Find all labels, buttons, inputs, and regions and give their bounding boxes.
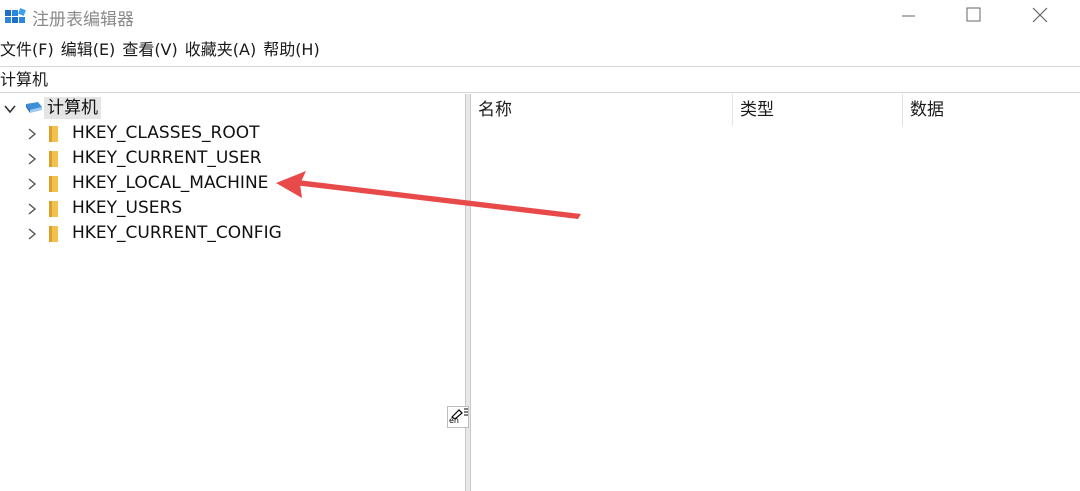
close-button[interactable]: [1006, 0, 1072, 32]
maximize-icon: [966, 7, 981, 22]
menu-view[interactable]: 查看(V): [122, 37, 184, 63]
menu-favorites[interactable]: 收藏夹(A): [185, 37, 263, 63]
tree-item-hkey-current-user[interactable]: HKEY_CURRENT_USER: [0, 146, 460, 171]
folder-icon: [49, 201, 58, 217]
close-icon: [1032, 7, 1048, 23]
menu-edit[interactable]: 编辑(E): [61, 37, 123, 63]
tree-root-label: 计算机: [44, 97, 101, 119]
tree-item-computer[interactable]: 计算机: [0, 96, 460, 121]
minimize-button[interactable]: [877, 0, 943, 32]
tree-item-label: HKEY_CURRENT_USER: [72, 148, 262, 168]
chevron-down-icon[interactable]: [3, 102, 17, 116]
menu-file[interactable]: 文件(F): [0, 37, 61, 63]
tree-item-hkey-local-machine[interactable]: HKEY_LOCAL_MACHINE: [0, 171, 460, 196]
column-header-type[interactable]: 类型: [733, 94, 903, 126]
tree-pane: 计算机 HKEY_CLASSES_ROOT HKEY_CURRENT_USER …: [0, 94, 465, 491]
chevron-right-icon[interactable]: [25, 127, 39, 141]
tree-item-hkey-users[interactable]: HKEY_USERS: [0, 196, 460, 221]
minimize-icon: [902, 15, 915, 17]
tree-item-hkey-classes-root[interactable]: HKEY_CLASSES_ROOT: [0, 121, 460, 146]
menu-bar: 文件(F) 编辑(E) 查看(V) 收藏夹(A) 帮助(H): [0, 37, 327, 63]
column-header-data[interactable]: 数据: [903, 94, 1080, 126]
ime-indicator: en: [447, 406, 469, 428]
window-title: 注册表编辑器: [32, 10, 134, 30]
registry-editor-icon: [5, 8, 26, 23]
folder-icon: [49, 226, 58, 242]
chevron-right-icon[interactable]: [25, 202, 39, 216]
menu-help[interactable]: 帮助(H): [263, 37, 327, 63]
computer-icon: [26, 102, 42, 113]
title-bar: 注册表编辑器: [0, 0, 1080, 32]
tree-item-label: HKEY_CLASSES_ROOT: [72, 123, 260, 143]
tree-item-label: HKEY_USERS: [72, 198, 183, 218]
maximize-button[interactable]: [940, 0, 1006, 32]
tree-item-label: HKEY_LOCAL_MACHINE: [72, 173, 269, 193]
chevron-right-icon[interactable]: [25, 227, 39, 241]
folder-icon: [49, 176, 58, 192]
ime-language-label: en: [449, 416, 459, 425]
address-bar[interactable]: 计算机: [0, 66, 1080, 93]
folder-icon: [49, 126, 58, 142]
chevron-right-icon[interactable]: [25, 177, 39, 191]
folder-icon: [49, 151, 58, 167]
tree-item-label: HKEY_CURRENT_CONFIG: [72, 223, 282, 243]
tree-item-hkey-current-config[interactable]: HKEY_CURRENT_CONFIG: [0, 221, 460, 246]
chevron-right-icon[interactable]: [25, 152, 39, 166]
values-list-pane: 名称 类型 数据: [471, 94, 1080, 491]
address-path: 计算机: [0, 70, 49, 89]
column-header-name[interactable]: 名称: [471, 94, 733, 126]
